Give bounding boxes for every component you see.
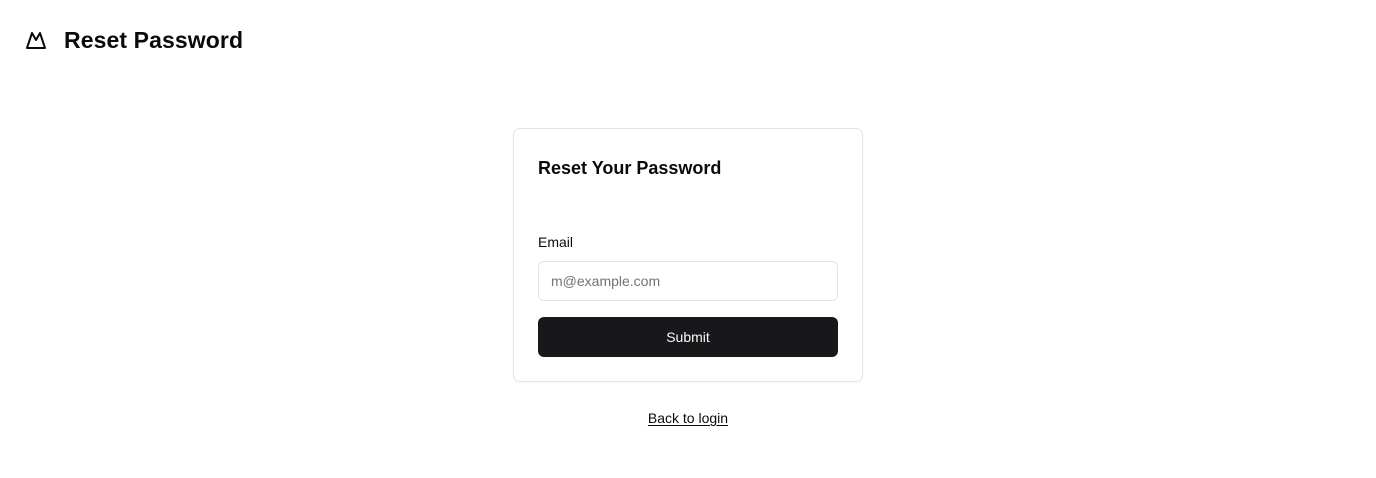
page-title: Reset Password [64, 27, 244, 53]
back-link-container: Back to login [0, 409, 1376, 427]
back-to-login-link[interactable]: Back to login [648, 410, 728, 426]
submit-button[interactable]: Submit [538, 317, 838, 357]
reset-password-page: Reset Password Reset Your Password Email… [0, 0, 1376, 478]
card-title: Reset Your Password [538, 158, 722, 178]
reset-password-card: Reset Your Password Email Submit [513, 128, 863, 382]
app-header: Reset Password [24, 26, 243, 54]
email-label: Email [538, 234, 574, 250]
mountain-icon [24, 28, 48, 52]
email-input[interactable] [538, 261, 838, 301]
